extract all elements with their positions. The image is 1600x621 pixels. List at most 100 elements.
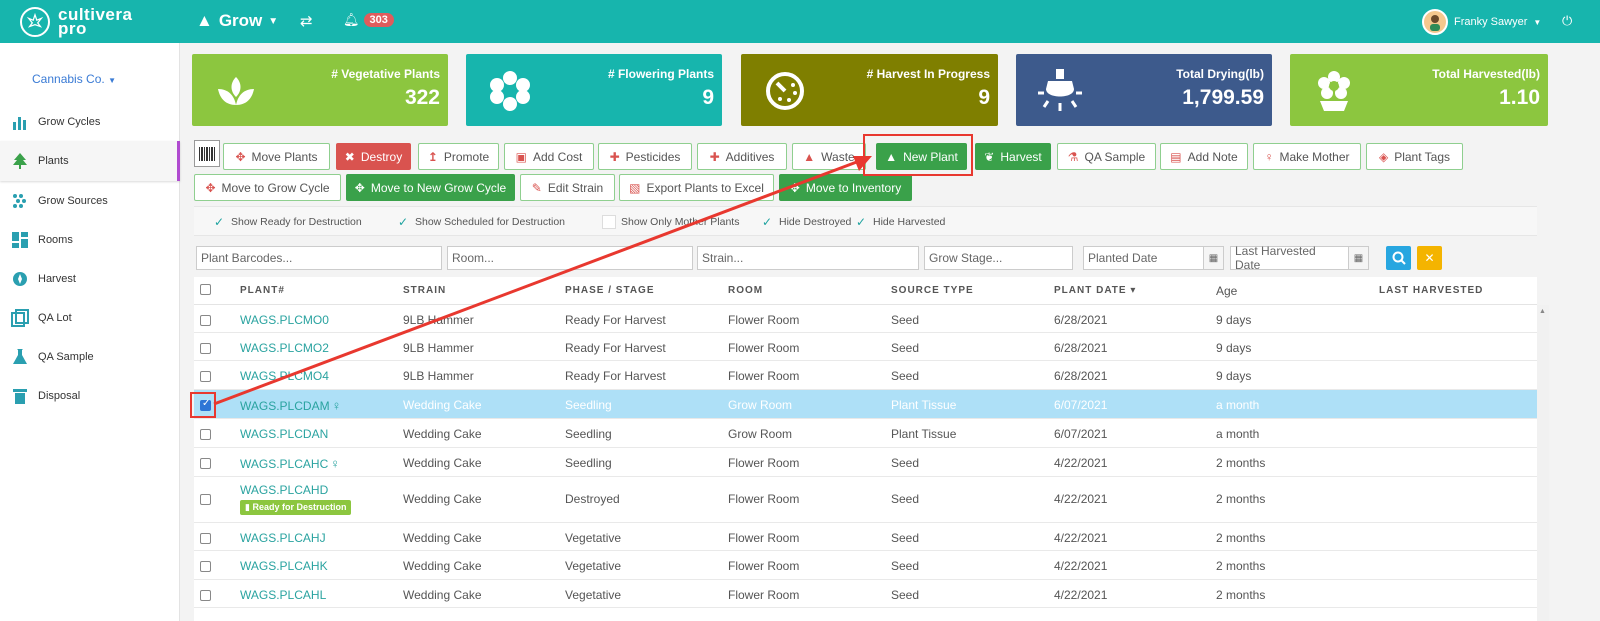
table-row[interactable]: WAGS.PLCDAM♀ Wedding Cake Seedling Grow Roo… — [194, 390, 1537, 419]
calendar-icon[interactable]: ▦ — [1349, 246, 1369, 270]
plant-id-link[interactable]: WAGS.PLCDAN — [240, 427, 328, 441]
pesticides-button[interactable]: ✚ Pesticides — [598, 143, 692, 170]
table-row[interactable]: WAGS.PLCAHK Wedding Cake Vegetative Flower … — [194, 551, 1537, 580]
plant-id-link[interactable]: WAGS.PLCAHJ — [240, 531, 326, 545]
strain-input[interactable]: Strain... — [697, 246, 919, 270]
flowering-plants-card[interactable]: # Flowering Plants 9 — [466, 54, 722, 126]
sidebar-item-disposal[interactable]: Disposal — [0, 376, 180, 416]
swap-arrows-icon[interactable]: ⇄ — [300, 12, 313, 30]
column-plant-date[interactable]: PLANT DATE ▾ — [1054, 285, 1136, 296]
waste-button[interactable]: ▲ Waste — [792, 143, 866, 170]
sidebar-item-grow-cycles[interactable]: Grow Cycles — [0, 102, 180, 142]
total-drying-card[interactable]: Total Drying(lb) 1,799.59 — [1016, 54, 1272, 126]
scroll-up-icon[interactable]: ▲ — [1539, 308, 1546, 315]
table-row[interactable]: WAGS.PLCAHC ♀ Wedding Cake Seedling Flower R… — [194, 448, 1537, 477]
column-phase[interactable]: PHASE / STAGE — [565, 285, 655, 296]
make-mother-button[interactable]: ♀ Make Mother — [1253, 143, 1361, 170]
row-checkbox[interactable] — [200, 533, 211, 544]
add-cost-button[interactable]: ▣ Add Cost — [504, 143, 594, 170]
plus-square-icon: ✚ — [709, 149, 720, 164]
table-row[interactable]: WAGS.PLCMO0 9LB Hammer Ready For Harvest Fl… — [194, 305, 1537, 333]
row-checkbox[interactable] — [200, 343, 211, 354]
plant-tags-button[interactable]: ◈ Plant Tags — [1366, 143, 1463, 170]
destroy-button[interactable]: ✖ Destroy — [336, 143, 411, 170]
room-input[interactable]: Room... — [447, 246, 693, 270]
plus-square-icon: ✚ — [609, 149, 620, 164]
qa-sample-button[interactable]: ⚗ QA Sample — [1057, 143, 1156, 170]
row-checkbox[interactable] — [200, 590, 211, 601]
sidebar-item-harvest[interactable]: Harvest — [0, 259, 180, 299]
move-to-inventory-button[interactable]: ✥ Move to Inventory — [779, 174, 912, 201]
ready-for-destruction-badge: ▮ Ready for Destruction — [240, 500, 352, 515]
sidebar-item-qa-sample[interactable]: QA Sample — [0, 337, 180, 377]
show-ready-destruction-checkbox[interactable]: ✓ Show Ready for Destruction — [214, 215, 362, 229]
source-cell: Seed — [891, 531, 920, 545]
plant-id-cell: WAGS.PLCAHJ — [240, 531, 326, 545]
show-only-mother-checkbox[interactable]: Show Only Mother Plants — [602, 215, 739, 229]
table-row[interactable]: WAGS.PLCAHD ▮ Ready for Destruction Weddin… — [194, 477, 1537, 523]
column-plant[interactable]: PLANT# — [240, 285, 285, 296]
sidebar-item-qa-lot[interactable]: QA Lot — [0, 298, 180, 338]
grow-stage-select[interactable]: Grow Stage... — [924, 246, 1073, 270]
edit-strain-button[interactable]: ✎ Edit Strain — [520, 174, 615, 201]
power-icon[interactable]: ⏻ — [1562, 13, 1572, 29]
column-source-type[interactable]: SOURCE TYPE — [891, 285, 974, 296]
barcode-scan-button[interactable] — [194, 140, 220, 167]
calendar-icon[interactable]: ▦ — [1204, 246, 1224, 270]
column-strain[interactable]: STRAIN — [403, 285, 446, 296]
table-row[interactable]: WAGS.PLCMO2 9LB Hammer Ready For Harvest Fl… — [194, 333, 1537, 361]
show-scheduled-destruction-checkbox[interactable]: ✓ Show Scheduled for Destruction — [398, 215, 565, 229]
table-scrollbar[interactable] — [1537, 305, 1549, 621]
export-plants-excel-button[interactable]: ▧ Export Plants to Excel — [619, 174, 774, 201]
move-to-grow-cycle-button[interactable]: ✥ Move to Grow Cycle — [194, 174, 341, 201]
notifications-button[interactable]: 🔔︎ 303 — [343, 12, 394, 28]
plant-id-link[interactable]: WAGS.PLCDAM — [240, 399, 330, 413]
hide-harvested-checkbox[interactable]: ✓ Hide Harvested — [856, 215, 945, 229]
company-selector[interactable]: Cannabis Co. ▼ — [32, 72, 116, 86]
add-note-button[interactable]: ▤ Add Note — [1160, 143, 1248, 170]
harvest-button[interactable]: ❦ Harvest — [975, 143, 1051, 170]
plant-id-link[interactable]: WAGS.PLCMO0 — [240, 313, 329, 327]
row-checkbox[interactable] — [200, 371, 211, 382]
user-menu[interactable]: Franky Sawyer ▼ — [1422, 9, 1541, 35]
grow-menu[interactable]: ▲ Grow ▼ — [196, 11, 278, 31]
search-button[interactable] — [1386, 246, 1411, 270]
clear-filters-button[interactable]: ✕ — [1417, 246, 1442, 270]
vegetative-plants-card[interactable]: # Vegetative Plants 322 — [192, 54, 448, 126]
table-row[interactable]: WAGS.PLCAHJ Wedding Cake Vegetative Flower … — [194, 523, 1537, 551]
column-age[interactable]: Age — [1216, 284, 1237, 298]
row-checkbox[interactable] — [200, 561, 211, 572]
sidebar-item-plants[interactable]: Plants — [0, 141, 180, 181]
app-logo[interactable]: cultivera pro — [20, 4, 132, 40]
harvest-in-progress-card[interactable]: # Harvest In Progress 9 — [741, 54, 998, 126]
plant-id-link[interactable]: WAGS.PLCAHC — [240, 457, 328, 471]
promote-button[interactable]: ↥ Promote — [418, 143, 499, 170]
column-room[interactable]: ROOM — [728, 285, 763, 296]
total-harvested-card[interactable]: Total Harvested(lb) 1.10 — [1290, 54, 1548, 126]
last-harvested-date-input[interactable]: Last Harvested Date — [1230, 244, 1349, 272]
sidebar-item-grow-sources[interactable]: Grow Sources — [0, 181, 180, 221]
plant-id-link[interactable]: WAGS.PLCAHD — [240, 483, 328, 497]
select-all-checkbox[interactable] — [200, 284, 211, 295]
plant-id-link[interactable]: WAGS.PLCAHL — [240, 588, 326, 602]
age-cell: a month — [1216, 427, 1260, 441]
row-checkbox[interactable] — [200, 458, 211, 469]
move-plants-button[interactable]: ✥ Move Plants — [223, 143, 330, 170]
plant-barcodes-input[interactable]: Plant Barcodes... — [196, 246, 442, 270]
planted-date-input[interactable]: Planted Date — [1083, 246, 1204, 270]
plant-id-link[interactable]: WAGS.PLCAHK — [240, 559, 328, 573]
hide-destroyed-checkbox[interactable]: ✓ Hide Destroyed — [762, 215, 851, 229]
column-last-harvested[interactable]: LAST HARVESTED — [1379, 285, 1483, 296]
plant-id-link[interactable]: WAGS.PLCMO2 — [240, 341, 329, 355]
additives-button[interactable]: ✚ Additives — [697, 143, 787, 170]
flower-icon — [486, 67, 534, 115]
table-row[interactable]: WAGS.PLCAHL Wedding Cake Vegetative Flower … — [194, 580, 1537, 608]
row-checkbox[interactable] — [200, 429, 211, 440]
row-checkbox[interactable] — [200, 494, 211, 505]
sidebar-item-rooms[interactable]: Rooms — [0, 220, 180, 260]
table-row[interactable]: WAGS.PLCMO4 9LB Hammer Ready For Harvest Fl… — [194, 361, 1537, 390]
move-to-new-grow-cycle-button[interactable]: ✥ Move to New Grow Cycle — [346, 174, 515, 201]
table-row[interactable]: WAGS.PLCDAN Wedding Cake Seedling Grow Room… — [194, 419, 1537, 448]
plant-id-link[interactable]: WAGS.PLCMO4 — [240, 369, 329, 383]
row-checkbox[interactable] — [200, 315, 211, 326]
